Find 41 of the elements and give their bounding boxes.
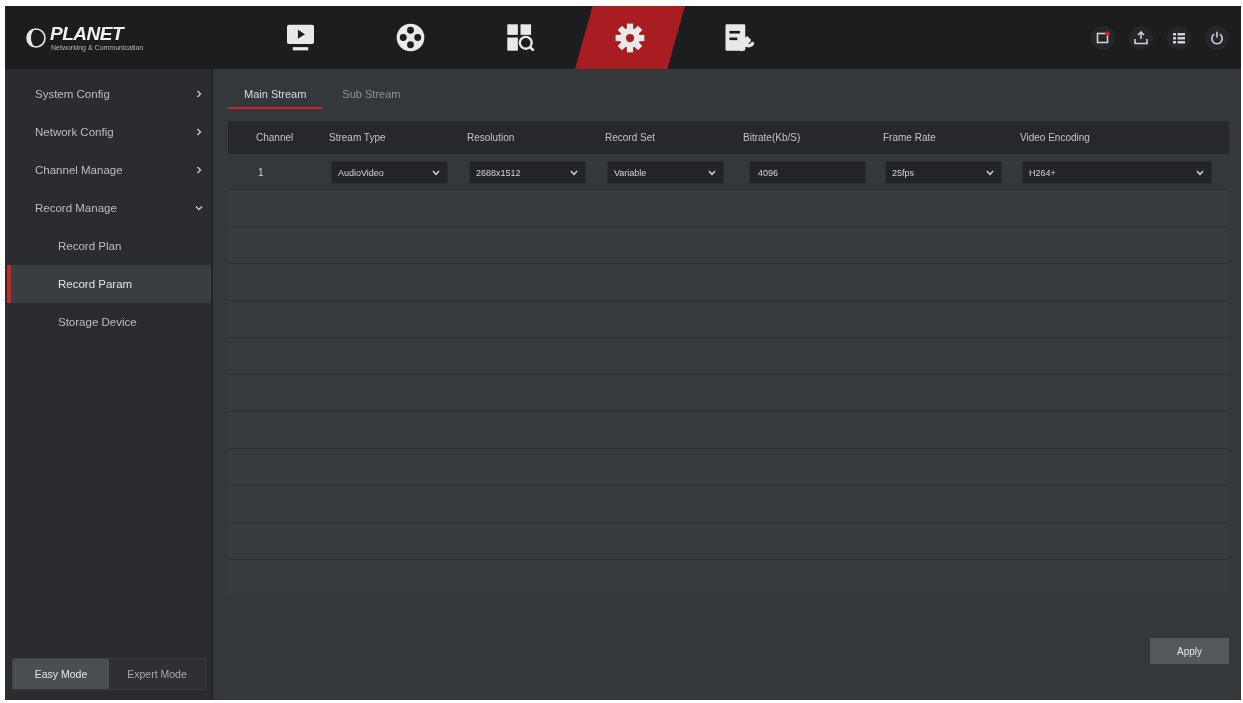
sidebar-subitem[interactable]: Record Plan: [7, 227, 211, 265]
stream-tab[interactable]: Sub Stream: [326, 81, 417, 109]
globe-logo-icon: [26, 27, 46, 48]
input-field[interactable]: 4096: [749, 161, 866, 184]
column-header: Resolution: [466, 132, 516, 143]
monitor-play-icon: [285, 24, 315, 51]
column-header: Frame Rate: [882, 132, 937, 143]
select-field[interactable]: 2688x1512: [469, 161, 586, 184]
select-field[interactable]: AudioVideo: [331, 161, 448, 184]
select-field[interactable]: H264+: [1022, 161, 1212, 184]
column-header: Video Encoding: [1019, 132, 1091, 143]
sidebar-subitem[interactable]: Storage Device: [7, 303, 211, 341]
table-cell: 1: [258, 167, 264, 178]
sidebar-subitem[interactable]: Record Param: [7, 265, 211, 303]
column-header: Bitrate(Kb/S): [742, 132, 802, 143]
caret-down-icon: [570, 169, 578, 176]
caret-down-icon: [708, 169, 716, 176]
list-icon[interactable]: [1167, 25, 1191, 50]
stream-tab[interactable]: Main Stream: [228, 81, 323, 109]
film-reel-icon: [395, 23, 425, 52]
sidebar-item[interactable]: Channel Manage: [7, 151, 211, 189]
column-header: Stream Type: [328, 132, 387, 143]
select-field[interactable]: 25fps: [885, 161, 1002, 184]
caret-down-icon: [986, 169, 994, 176]
sidebar-item[interactable]: System Config: [7, 75, 211, 113]
caret-down-icon: [1196, 169, 1204, 176]
column-header: Channel: [255, 132, 295, 143]
screen-icon[interactable]: [1091, 25, 1115, 50]
logo-wordmark: PLANET: [50, 23, 123, 44]
caret-down-icon: [432, 169, 440, 176]
power-icon[interactable]: [1205, 25, 1229, 50]
apply-button[interactable]: Apply: [1150, 638, 1229, 664]
column-header: Record Set: [604, 132, 657, 143]
gear-icon: [615, 22, 645, 53]
select-field[interactable]: Variable: [607, 161, 724, 184]
document-wrench-icon: [724, 23, 756, 52]
mode-button[interactable]: Easy Mode: [13, 659, 109, 689]
mode-button[interactable]: Expert Mode: [109, 659, 205, 689]
sidebar-item[interactable]: Record Manage: [7, 189, 211, 227]
grid-search-icon: [505, 23, 535, 52]
sidebar-item[interactable]: Network Config: [7, 113, 211, 151]
